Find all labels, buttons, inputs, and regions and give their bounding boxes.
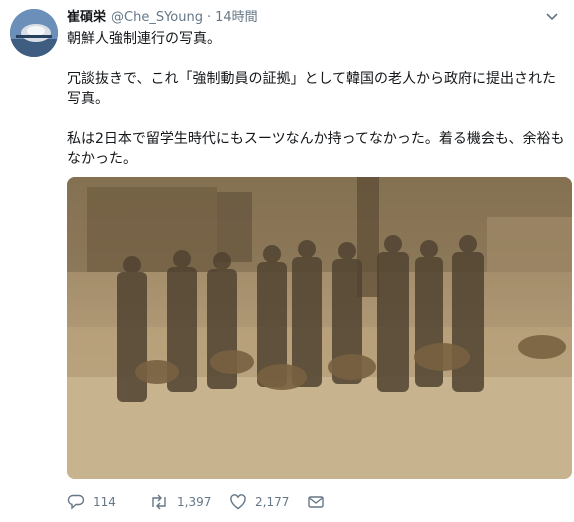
display-name[interactable]: 崔碩栄 bbox=[67, 10, 106, 25]
attached-photo-image bbox=[67, 177, 572, 479]
tweet-photo[interactable] bbox=[67, 177, 572, 479]
avatar-image bbox=[10, 9, 58, 57]
heart-icon bbox=[230, 494, 246, 510]
retweet-count: 1,397 bbox=[177, 495, 212, 509]
tweet-paragraph-1: 朝鮮人強制連行の写真。 bbox=[67, 31, 221, 47]
tweet-header: 崔碩栄 @Che_SYoung · 14時間 bbox=[67, 8, 560, 28]
retweet-button[interactable]: 1,397 bbox=[149, 491, 211, 513]
direct-message-button[interactable] bbox=[307, 491, 325, 513]
envelope-icon bbox=[308, 496, 324, 508]
tweet-paragraph-2: 冗談抜きで、これ「強制動員の証拠」として韓国の老人から政府に提出された写真。 bbox=[67, 71, 557, 107]
user-handle[interactable]: @Che_SYoung bbox=[111, 10, 203, 25]
chevron-down-icon[interactable] bbox=[544, 8, 560, 24]
like-button[interactable]: 2,177 bbox=[229, 491, 289, 513]
tweet-timestamp[interactable]: 14時間 bbox=[215, 10, 258, 25]
avatar[interactable] bbox=[10, 9, 58, 57]
tweet-text: 朝鮮人強制連行の写真。 冗談抜きで、これ「強制動員の証拠」として韓国の老人から政… bbox=[67, 29, 567, 169]
reply-button[interactable]: 114 bbox=[67, 491, 116, 513]
header-separator: · bbox=[206, 10, 212, 25]
like-count: 2,177 bbox=[255, 495, 290, 509]
tweet-paragraph-3: 私は2日本で留学生時代にもスーツなんか持ってなかった。着る機会も、余裕もなかった… bbox=[67, 131, 565, 167]
retweet-icon bbox=[152, 494, 166, 510]
reply-count: 114 bbox=[93, 495, 116, 509]
reply-icon bbox=[67, 494, 85, 510]
tweet-card: 崔碩栄 @Che_SYoung · 14時間 朝鮮人強制連行の写真。 冗談抜きで、これ… bbox=[0, 0, 574, 522]
